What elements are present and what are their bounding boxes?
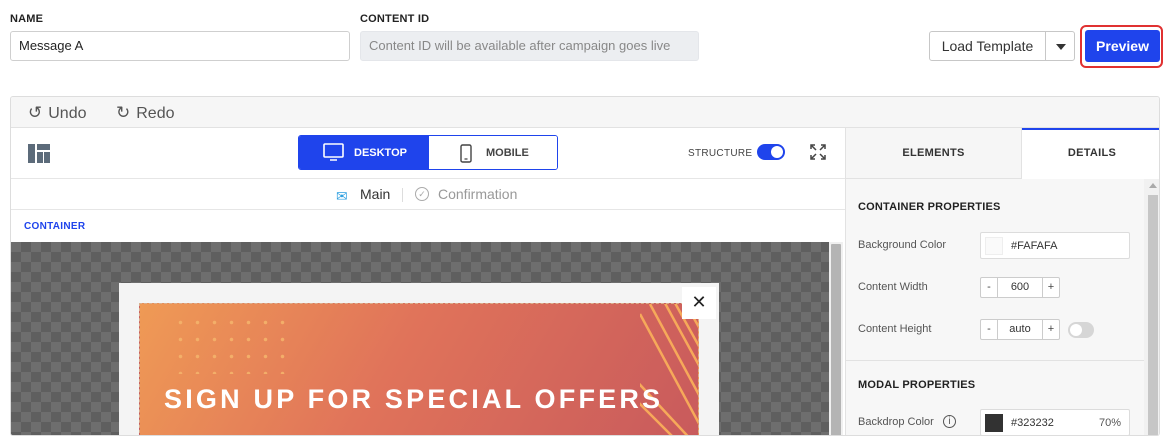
selection-label: CONTAINER xyxy=(24,221,86,232)
backdrop-color-label: Backdrop Color xyxy=(858,416,934,428)
name-label: NAME xyxy=(10,13,44,25)
backdrop-opacity-value: 70% xyxy=(1098,417,1121,429)
backdrop-color-input[interactable]: #323232 70% xyxy=(980,409,1130,435)
banner-headline: SIGN UP FOR SPECIAL OFFERS xyxy=(164,384,664,414)
check-circle-icon: ✓ xyxy=(415,187,429,201)
scroll-up-icon[interactable] xyxy=(1149,183,1157,188)
desktop-icon xyxy=(323,143,344,161)
content-height-stepper[interactable]: - auto + xyxy=(980,319,1060,340)
content-height-decrement[interactable]: - xyxy=(981,320,997,339)
history-bar: ↺ Undo ↻ Redo xyxy=(11,97,1159,128)
modal-preview[interactable]: SIGN UP FOR SPECIAL OFFERS ✕ xyxy=(119,283,719,435)
content-width-stepper[interactable]: - 600 + xyxy=(980,277,1060,298)
envelope-edit-icon: ✉ xyxy=(336,188,348,204)
details-content: CONTAINER PROPERTIES Background Color #F… xyxy=(846,179,1144,435)
tab-confirmation[interactable]: Confirmation xyxy=(438,186,517,202)
content-width-decrement[interactable]: - xyxy=(981,278,997,297)
section-divider xyxy=(846,360,1144,361)
content-id-label: CONTENT ID xyxy=(360,13,430,25)
modal-properties-title: MODAL PROPERTIES xyxy=(858,379,976,391)
content-width-value[interactable]: 600 xyxy=(997,278,1043,297)
close-icon[interactable]: ✕ xyxy=(682,287,716,319)
mobile-icon xyxy=(460,144,472,163)
backdrop-color-value: #323232 xyxy=(1011,417,1054,429)
banner-image[interactable]: SIGN UP FOR SPECIAL OFFERS xyxy=(139,303,699,435)
mobile-tab[interactable]: MOBILE xyxy=(429,136,557,169)
redo-label: Redo xyxy=(136,105,175,122)
editor: ↺ Undo ↻ Redo DESKTOP MOBILE STRUCTURE ✉… xyxy=(10,96,1160,436)
background-color-input[interactable]: #FAFAFA xyxy=(980,232,1130,259)
canvas-scrollbar[interactable] xyxy=(829,242,843,435)
load-template-button[interactable]: Load Template xyxy=(929,31,1046,61)
content-height-label: Content Height xyxy=(858,323,932,335)
undo-button[interactable]: ↺ Undo xyxy=(28,103,87,123)
tab-details[interactable]: DETAILS xyxy=(1022,128,1159,179)
background-color-label: Background Color xyxy=(858,239,947,251)
content-width-increment[interactable]: + xyxy=(1043,278,1059,297)
info-icon[interactable]: i xyxy=(943,415,956,428)
container-properties-title: CONTAINER PROPERTIES xyxy=(858,201,1001,213)
panel-scrollbar[interactable] xyxy=(1144,179,1159,435)
redo-button[interactable]: ↻ Redo xyxy=(116,103,175,123)
canvas-toolbar: DESKTOP MOBILE STRUCTURE xyxy=(11,128,845,179)
view-tabs: ✉ Main ✓ Confirmation xyxy=(11,179,845,210)
undo-label: Undo xyxy=(48,105,87,122)
layout-grid-icon[interactable] xyxy=(28,144,50,163)
content-height-toggle[interactable] xyxy=(1068,322,1094,338)
tab-elements[interactable]: ELEMENTS xyxy=(846,128,1022,179)
redo-icon: ↻ xyxy=(116,103,131,122)
device-toggle: DESKTOP MOBILE xyxy=(298,135,558,170)
background-color-swatch[interactable] xyxy=(985,237,1003,255)
content-width-label: Content Width xyxy=(858,281,928,293)
preview-button[interactable]: Preview xyxy=(1085,30,1160,62)
content-height-value[interactable]: auto xyxy=(997,320,1043,339)
tab-main[interactable]: Main xyxy=(360,186,390,202)
stripes-decoration xyxy=(640,304,698,435)
backdrop-color-swatch[interactable] xyxy=(985,414,1003,432)
desktop-label: DESKTOP xyxy=(354,147,407,159)
mobile-label: MOBILE xyxy=(486,147,529,159)
header-bar: NAME Message A CONTENT ID Content ID wil… xyxy=(0,0,1167,96)
tab-separator xyxy=(402,188,403,202)
canvas-area: DESKTOP MOBILE STRUCTURE ✉ Main ✓ Confir… xyxy=(11,128,845,435)
scroll-thumb[interactable] xyxy=(1148,195,1158,435)
dots-decoration xyxy=(172,314,292,374)
desktop-tab[interactable]: DESKTOP xyxy=(299,136,429,169)
name-input[interactable]: Message A xyxy=(10,31,350,61)
content-height-increment[interactable]: + xyxy=(1043,320,1059,339)
load-template-dropdown-button[interactable] xyxy=(1045,31,1075,61)
content-id-field: Content ID will be available after campa… xyxy=(360,31,699,61)
background-color-value: #FAFAFA xyxy=(1011,240,1058,252)
fullscreen-icon[interactable] xyxy=(810,144,826,160)
structure-toggle[interactable] xyxy=(757,144,785,160)
structure-label: STRUCTURE xyxy=(688,148,753,159)
properties-panel: ELEMENTS DETAILS CONTAINER PROPERTIES Ba… xyxy=(845,128,1159,435)
undo-icon: ↺ xyxy=(28,103,43,122)
